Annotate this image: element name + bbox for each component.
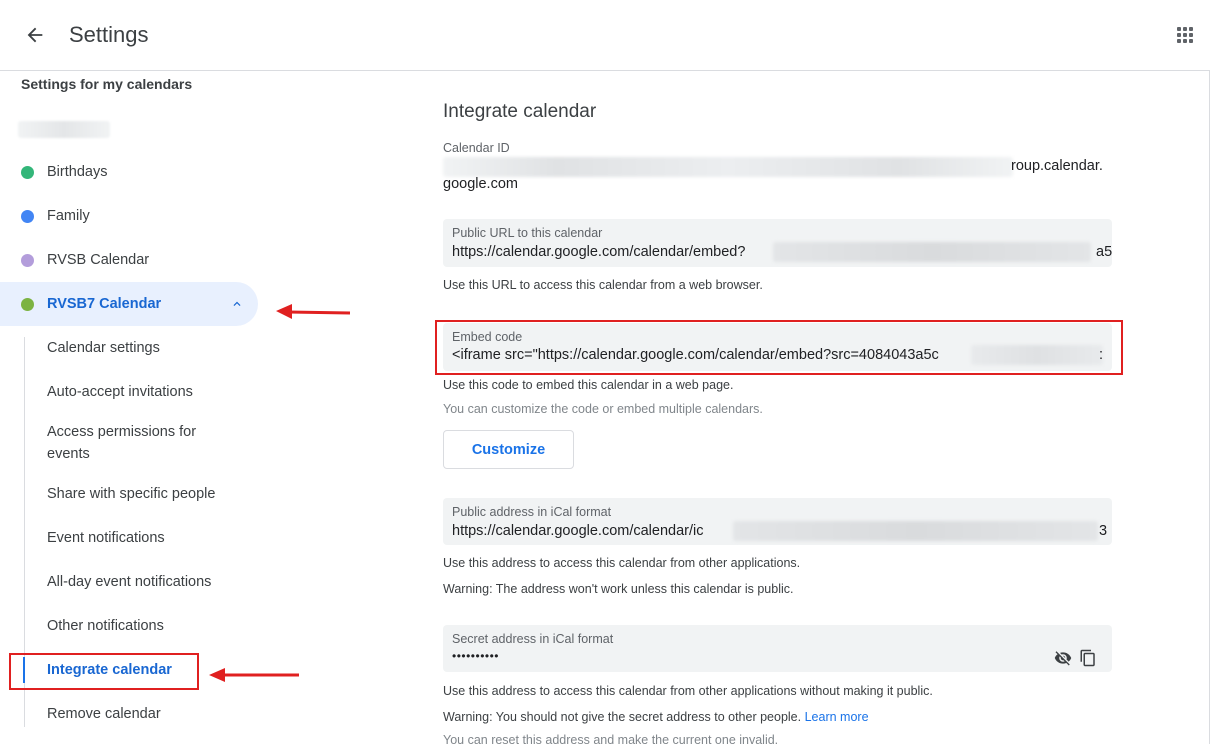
arrow-back-icon: [27, 27, 43, 43]
embed-customize-help: You can customize the code or embed mult…: [443, 402, 763, 416]
sidebar-item-auto-accept[interactable]: Auto-accept invitations: [47, 381, 267, 403]
calendar-color-dot: [21, 209, 34, 223]
redacted-ical: [733, 521, 1098, 541]
back-button[interactable]: [20, 20, 50, 50]
public-url-field[interactable]: Public URL to this calendar https://cale…: [443, 219, 1112, 267]
calendar-color-dot: [21, 297, 34, 311]
calendar-item-label: RVSB7 Calendar: [47, 296, 162, 312]
sidebar-item-other-notifications[interactable]: Other notifications: [47, 615, 267, 637]
annotation-highlight-box: [9, 653, 199, 690]
public-ical-field[interactable]: Public address in iCal format https://ca…: [443, 498, 1112, 545]
redacted-calendar-id: [443, 157, 1013, 177]
calendar-item-rvsb[interactable]: RVSB Calendar: [0, 238, 258, 282]
sidebar-item-allday-notifications[interactable]: All-day event notifications: [47, 571, 267, 593]
annotation-arrow-icon: [209, 668, 299, 682]
calendar-item-birthdays[interactable]: Birthdays: [0, 150, 258, 194]
calendar-item-label: Birthdays: [47, 164, 108, 180]
visibility-off-icon[interactable]: [1052, 647, 1074, 669]
secret-ical-value: ••••••••••: [452, 649, 500, 663]
public-ical-value: https://calendar.google.com/calendar/ic: [452, 523, 704, 539]
calendar-color-dot: [21, 253, 34, 267]
embed-code-tail: :: [1099, 347, 1104, 363]
customize-button[interactable]: Customize: [443, 430, 574, 469]
secret-reset-help: You can reset this address and make the …: [443, 733, 779, 744]
page-title: Settings: [69, 22, 149, 47]
copy-icon[interactable]: [1077, 647, 1099, 669]
public-url-tail: a5: [1096, 244, 1113, 260]
calendar-item-label: RVSB Calendar: [47, 252, 150, 268]
sidebar-item-calendar-settings[interactable]: Calendar settings: [47, 337, 267, 359]
redacted-url: [773, 242, 1091, 262]
sidebar-item-access-permissions[interactable]: Access permissions for events: [47, 421, 237, 465]
calendar-item-family[interactable]: Family: [0, 194, 258, 238]
public-url-value: https://calendar.google.com/calendar/emb…: [452, 244, 746, 260]
calendar-item-rvsb7[interactable]: RVSB7 Calendar: [0, 282, 258, 326]
calendar-color-dot: [21, 165, 34, 179]
calendar-id-value-line2: google.com: [443, 176, 518, 192]
public-url-label: Public URL to this calendar: [452, 226, 603, 240]
redacted-account-name: [18, 121, 110, 138]
sidebar-heading: Settings for my calendars: [21, 76, 193, 92]
annotation-arrow-icon: [276, 304, 351, 319]
secret-ical-help: Use this address to access this calendar…: [443, 684, 933, 698]
public-ical-warning: Warning: The address won't work unless t…: [443, 582, 794, 596]
redacted-embed: [971, 345, 1103, 365]
sidebar-item-event-notifications[interactable]: Event notifications: [47, 527, 267, 549]
public-ical-help: Use this address to access this calendar…: [443, 556, 801, 570]
embed-code-field[interactable]: Embed code <iframe src="https://calendar…: [443, 323, 1112, 371]
embed-code-value: <iframe src="https://calendar.google.com…: [452, 347, 939, 363]
embed-help: Use this code to embed this calendar in …: [443, 378, 734, 392]
public-ical-tail: 3: [1099, 523, 1108, 539]
learn-more-link[interactable]: Learn more: [805, 710, 869, 724]
sidebar-item-remove-calendar[interactable]: Remove calendar: [47, 703, 267, 725]
public-url-help: Use this URL to access this calendar fro…: [443, 278, 763, 292]
public-ical-label: Public address in iCal format: [452, 505, 612, 519]
calendar-id-label: Calendar ID: [443, 141, 510, 155]
sidebar-item-share-people[interactable]: Share with specific people: [47, 483, 267, 505]
section-title: Integrate calendar: [443, 101, 597, 122]
calendar-item-label: Family: [47, 208, 90, 224]
calendar-id-value: roup.calendar.: [1011, 158, 1103, 174]
settings-sidebar: Settings for my calendars Birthdays Fami…: [0, 71, 300, 744]
apps-button[interactable]: [1172, 22, 1198, 48]
chevron-up-icon[interactable]: [228, 295, 246, 313]
secret-ical-label: Secret address in iCal format: [452, 632, 614, 646]
secret-ical-field[interactable]: Secret address in iCal format ••••••••••: [443, 625, 1112, 672]
apps-grid-icon: [1177, 27, 1193, 43]
top-header: Settings: [0, 0, 1210, 71]
embed-code-label: Embed code: [452, 330, 523, 344]
secret-warning-text: Warning: You should not give the secret …: [443, 710, 802, 724]
secret-ical-warning: Warning: You should not give the secret …: [443, 710, 869, 724]
